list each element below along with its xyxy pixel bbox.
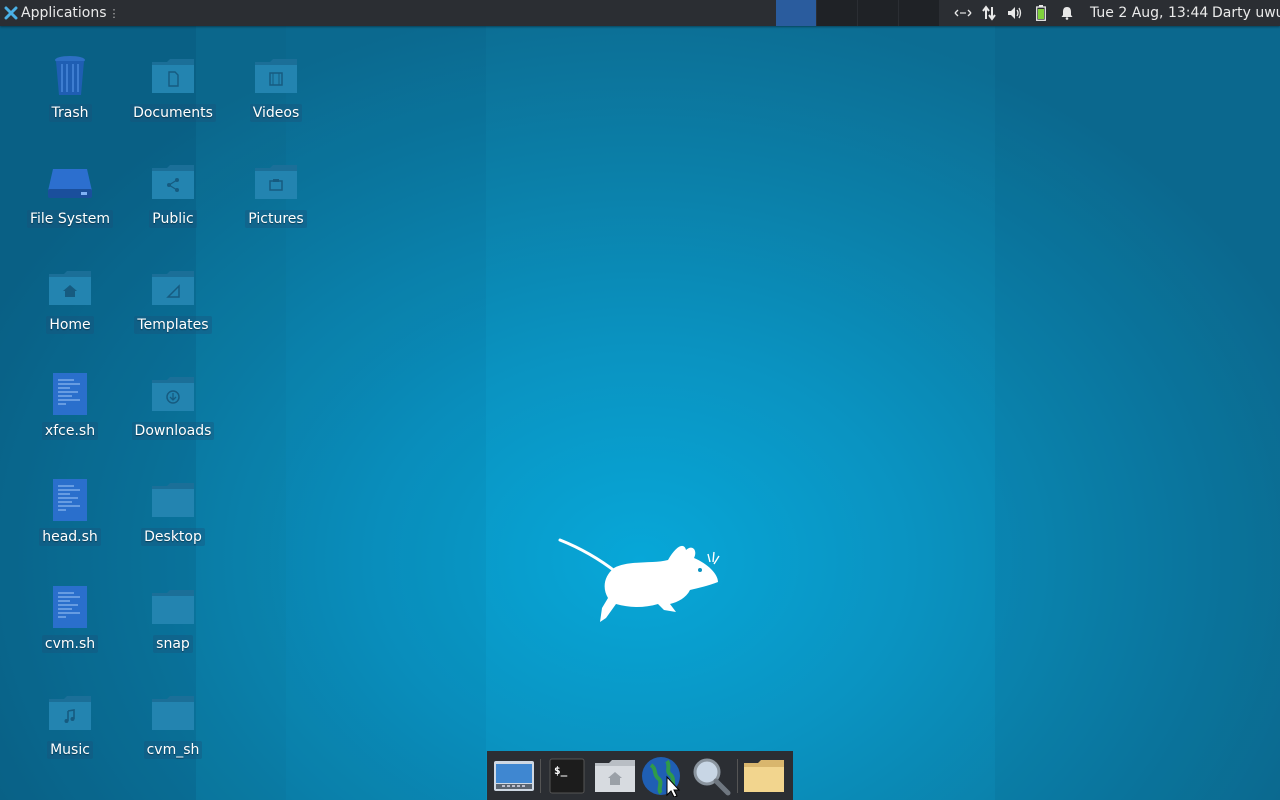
downloads-folder-icon: [149, 370, 197, 418]
home-folder-icon: [46, 264, 94, 312]
trash-icon: [46, 52, 94, 100]
desktop-icon-snap[interactable]: snap: [125, 583, 221, 653]
desktop-icon-head-sh[interactable]: head.sh: [22, 476, 118, 546]
folder-icon: [149, 583, 197, 631]
script-file-icon: [46, 370, 94, 418]
home-folder-icon: [595, 759, 635, 792]
top-panel: Applications ⋮ Tue 2 Aug, 13:44 Darty uw…: [0, 0, 1280, 26]
desktop-icon-label: File System: [26, 210, 114, 228]
show-desktop-icon: [494, 760, 534, 791]
home-folder-launcher[interactable]: [591, 754, 639, 798]
notification-bell-icon[interactable]: [1054, 0, 1080, 26]
desktop-icon-music[interactable]: Music: [22, 689, 118, 759]
videos-folder-icon: [252, 52, 300, 100]
music-folder-icon: [46, 689, 94, 737]
desktop-icon-label: Public: [149, 210, 197, 228]
show-desktop-button[interactable]: [490, 754, 538, 798]
applications-menu-button[interactable]: Applications ⋮: [0, 0, 124, 26]
documents-folder-icon: [149, 52, 197, 100]
desktop-icon-cvm-sh-folder[interactable]: cvm_sh: [125, 689, 221, 759]
xfce-mouse-logo: [558, 538, 720, 622]
desktop-icon-label: Templates: [134, 316, 212, 334]
menu-handle-icon: ⋮: [108, 6, 120, 20]
desktop-icon-label: cvm_sh: [143, 741, 203, 759]
workspace-3-button[interactable]: [857, 0, 898, 26]
desktop-icon-cvm-sh[interactable]: cvm.sh: [22, 583, 118, 653]
desktop-icon-label: Downloads: [131, 422, 215, 440]
clock[interactable]: Tue 2 Aug, 13:44: [1090, 0, 1208, 26]
desktop-icon-xfce-sh[interactable]: xfce.sh: [22, 370, 118, 440]
network-updown-icon[interactable]: [976, 0, 1002, 26]
desktop-icon-label: Trash: [48, 104, 92, 122]
file-manager-folder-icon: [744, 759, 784, 792]
public-folder-icon: [149, 158, 197, 206]
desktop-icon-public[interactable]: Public: [125, 158, 221, 228]
desktop-icon-downloads[interactable]: Downloads: [125, 370, 221, 440]
web-browser-globe-icon: [642, 756, 681, 797]
desktop-icon-label: Home: [46, 316, 94, 334]
templates-folder-icon: [149, 264, 197, 312]
desktop-icon-label: xfce.sh: [41, 422, 99, 440]
desktop-icon-label: Pictures: [245, 210, 307, 228]
applications-menu-label: Applications: [21, 5, 107, 21]
terminal-launcher[interactable]: $_: [543, 754, 591, 798]
dock-separator: [540, 758, 541, 793]
search-magnifier-icon: [693, 758, 731, 795]
search-launcher[interactable]: [687, 754, 735, 798]
folder-icon: [149, 689, 197, 737]
desktop-icon-desktop[interactable]: Desktop: [125, 476, 221, 546]
xfce-logo-icon: [4, 6, 18, 20]
drive-icon: [46, 158, 94, 206]
network-activity-icon[interactable]: [950, 0, 976, 26]
pictures-folder-icon: [252, 158, 300, 206]
desktop-icon-label: Music: [47, 741, 93, 759]
workspace-switcher: [775, 0, 939, 26]
desktop-icon-trash[interactable]: Trash: [22, 52, 118, 122]
desktop-icon-label: snap: [153, 635, 193, 653]
svg-text:$_: $_: [554, 764, 568, 777]
desktop-icon-file-system[interactable]: File System: [22, 158, 118, 228]
web-browser-launcher[interactable]: [639, 754, 687, 798]
desktop-icon-pictures[interactable]: Pictures: [228, 158, 324, 228]
system-tray: [950, 0, 1080, 26]
bottom-dock: $_: [487, 751, 793, 800]
workspace-2-button[interactable]: [816, 0, 857, 26]
volume-icon[interactable]: [1002, 0, 1028, 26]
workspace-4-button[interactable]: [898, 0, 939, 26]
user-menu[interactable]: Darty uwu: [1212, 0, 1280, 26]
desktop-icon-label: Documents: [130, 104, 216, 122]
script-file-icon: [46, 583, 94, 631]
desktop-icon-videos[interactable]: Videos: [228, 52, 324, 122]
battery-icon[interactable]: [1028, 0, 1054, 26]
desktop-icon-home[interactable]: Home: [22, 264, 118, 334]
terminal-icon: $_: [549, 758, 585, 793]
file-manager-launcher[interactable]: [740, 754, 788, 798]
desktop-icon-templates[interactable]: Templates: [125, 264, 221, 334]
workspace-1-button[interactable]: [775, 0, 816, 26]
desktop-icon-documents[interactable]: Documents: [125, 52, 221, 122]
desktop-icon-label: Desktop: [141, 528, 205, 546]
dock-separator: [737, 758, 738, 793]
folder-icon: [149, 476, 197, 524]
script-file-icon: [46, 476, 94, 524]
desktop-icon-label: cvm.sh: [41, 635, 99, 653]
desktop-icon-label: head.sh: [39, 528, 101, 546]
desktop-icon-label: Videos: [249, 104, 303, 122]
